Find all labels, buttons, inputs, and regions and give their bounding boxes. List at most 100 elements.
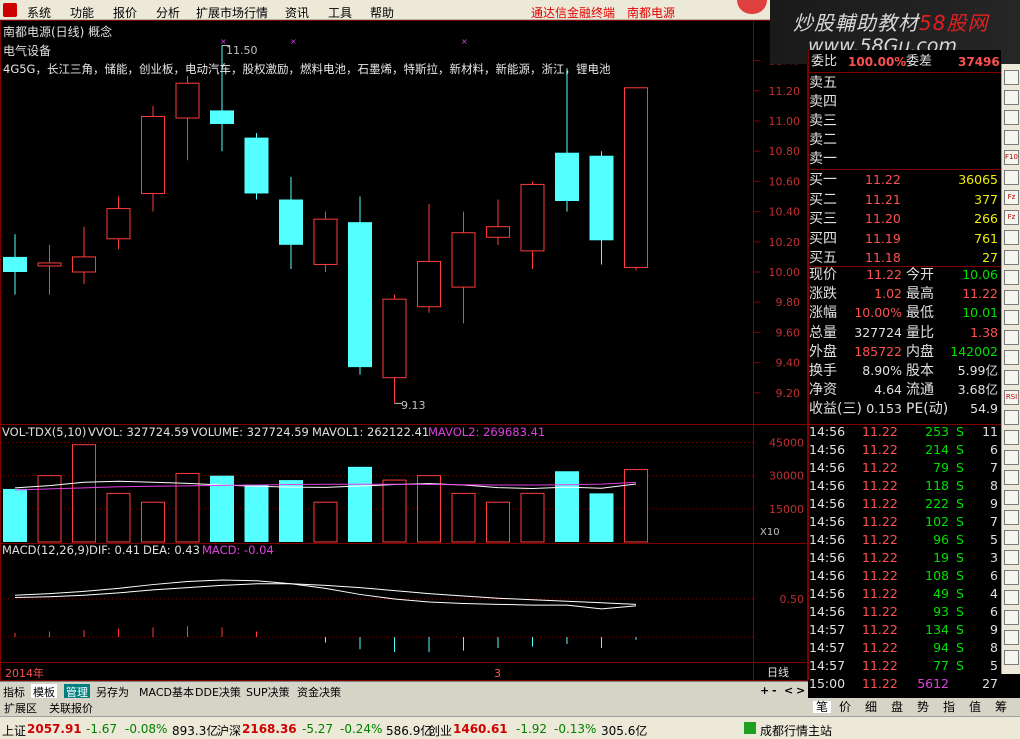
candle-body-down <box>210 110 234 125</box>
menu-tools[interactable]: 工具 <box>328 4 352 21</box>
box-icon[interactable] <box>1004 430 1019 445</box>
buy-level-label: 买三 <box>809 211 837 227</box>
gear-icon[interactable] <box>1004 510 1019 525</box>
tick-price: 11.22 <box>862 622 898 637</box>
sell-level-label: 卖二 <box>809 132 837 148</box>
menu-news[interactable]: 资讯 <box>285 4 309 21</box>
menu-function[interactable]: 功能 <box>70 4 94 21</box>
scroll-left-button[interactable]: < <box>784 684 793 697</box>
fz2-icon[interactable]: Fz <box>1004 210 1019 225</box>
tick-time: 14:56 <box>809 586 846 601</box>
right-tab[interactable]: 价 <box>839 701 851 713</box>
tick-count: 9 <box>990 622 998 637</box>
stack-icon[interactable] <box>1004 550 1019 565</box>
right-tab[interactable]: 指 <box>943 701 955 713</box>
tab-related-quote[interactable]: 关联报价 <box>49 700 93 716</box>
list2-icon[interactable] <box>1004 630 1019 645</box>
concept-list: 4G5G，长江三角，储能，创业板，电动汽车，股权激励，燃料电池，石墨烯，特斯拉，… <box>3 62 611 76</box>
price-axis-label: 9.80 <box>776 296 801 309</box>
brush-icon[interactable] <box>1004 470 1019 485</box>
checkbox-icon[interactable] <box>1004 90 1019 105</box>
candle-body-up <box>37 262 62 267</box>
macd-axis-label: 0.50 <box>780 593 805 606</box>
pen-icon[interactable] <box>1004 450 1019 465</box>
right-tab[interactable]: 笔 <box>813 701 832 713</box>
vol-indicator-name[interactable]: VOL-TDX(5,10) <box>2 426 86 439</box>
index-sz-label[interactable]: 沪深 <box>217 722 241 739</box>
window-icon[interactable] <box>1004 250 1019 265</box>
stat-value: 11.22 <box>962 286 998 302</box>
buy-level-volume: 36065 <box>958 172 998 187</box>
link-terminal[interactable]: 通达信金融终端 <box>531 4 615 21</box>
tick-count: 11 <box>982 424 998 439</box>
volume-bar-down <box>555 471 579 542</box>
zoom-in-button[interactable]: + <box>760 684 769 697</box>
vol-axis-label: 30000 <box>769 470 804 483</box>
tick-time: 14:56 <box>809 460 846 475</box>
right-tab[interactable]: 盘 <box>891 701 903 713</box>
sell-level-label: 卖一 <box>809 151 837 167</box>
server-name[interactable]: 成都行情主站 <box>760 722 832 739</box>
candle-body-up <box>417 260 441 308</box>
period-label[interactable]: 日线 <box>767 667 789 678</box>
buy-level-label: 买四 <box>809 230 837 247</box>
stat-label: 外盘 <box>809 343 837 360</box>
index-sz-amount: 586.9亿 <box>386 724 433 738</box>
right-tab[interactable]: 细 <box>865 701 877 713</box>
tick-time: 14:56 <box>809 514 846 529</box>
scroll-right-button[interactable]: > <box>796 684 805 697</box>
fz-icon[interactable]: Fz <box>1004 190 1019 205</box>
right-tab[interactable]: 值 <box>969 701 981 713</box>
table-icon[interactable] <box>1004 170 1019 185</box>
rsi-icon[interactable] <box>1004 350 1019 365</box>
buy-level-volume: 377 <box>974 191 998 207</box>
f10-icon[interactable]: F10 <box>1004 150 1019 165</box>
tick-volume: 214 <box>925 442 949 457</box>
tick-volume: 93 <box>933 604 949 619</box>
compare-icon[interactable] <box>1004 270 1019 285</box>
move-icon[interactable] <box>1004 410 1019 425</box>
list-icon[interactable] <box>1004 110 1019 125</box>
index-cy-value: 1460.61 <box>453 722 508 736</box>
tag-icon[interactable] <box>1004 370 1019 385</box>
link-stock-name[interactable]: 南都电源 <box>627 4 675 21</box>
tick-volume: 222 <box>925 496 949 511</box>
menu-ext-market[interactable]: 扩展市场行情 <box>196 4 268 21</box>
index-sh-label[interactable]: 上证 <box>2 722 26 739</box>
stat-value: 8.90% <box>862 363 902 378</box>
fx-icon[interactable] <box>1004 490 1019 505</box>
tab-extension-area[interactable]: 扩展区 <box>4 700 37 716</box>
stat-label: 量比 <box>906 324 934 341</box>
right-tab[interactable]: 势 <box>917 701 929 713</box>
menu-quote[interactable]: 报价 <box>113 4 137 21</box>
tick-side: S <box>956 496 964 511</box>
cascade-icon[interactable] <box>1004 310 1019 325</box>
tick-time: 14:57 <box>809 640 846 655</box>
arrow-up-icon[interactable] <box>1004 70 1019 85</box>
menu-system[interactable]: 系统 <box>27 4 51 21</box>
tick-price: 11.22 <box>862 586 898 601</box>
layout-icon[interactable] <box>1004 330 1019 345</box>
macd-indicator-name[interactable]: MACD(12,26,9) <box>2 544 89 557</box>
quote-separator <box>808 169 1001 170</box>
ring-icon[interactable]: RSI <box>1004 390 1019 405</box>
tick-side: S <box>956 460 964 475</box>
flag-icon[interactable] <box>1004 650 1019 665</box>
mail-icon[interactable] <box>1004 590 1019 605</box>
index-cy-label[interactable]: 创业 <box>428 722 452 739</box>
bar-icon[interactable] <box>1004 290 1019 305</box>
grid-icon[interactable] <box>1004 230 1019 245</box>
kline-chart[interactable]: 11.4011.2011.0010.8010.6010.4010.2010.00… <box>0 20 808 681</box>
home-icon[interactable] <box>1004 570 1019 585</box>
candle-body-down <box>589 155 614 241</box>
event-marker-icon: × <box>290 37 297 46</box>
zoom-out-button[interactable]: - <box>772 684 777 697</box>
window2-icon[interactable] <box>1004 530 1019 545</box>
chart-icon[interactable] <box>1004 130 1019 145</box>
right-tab[interactable]: 筹 <box>995 701 1007 713</box>
menu-help[interactable]: 帮助 <box>370 4 394 21</box>
menu-analysis[interactable]: 分析 <box>156 4 180 21</box>
lock-icon[interactable] <box>1004 610 1019 625</box>
industry-label: 电气设备 <box>3 44 52 58</box>
stat-label: 今开 <box>906 267 934 283</box>
